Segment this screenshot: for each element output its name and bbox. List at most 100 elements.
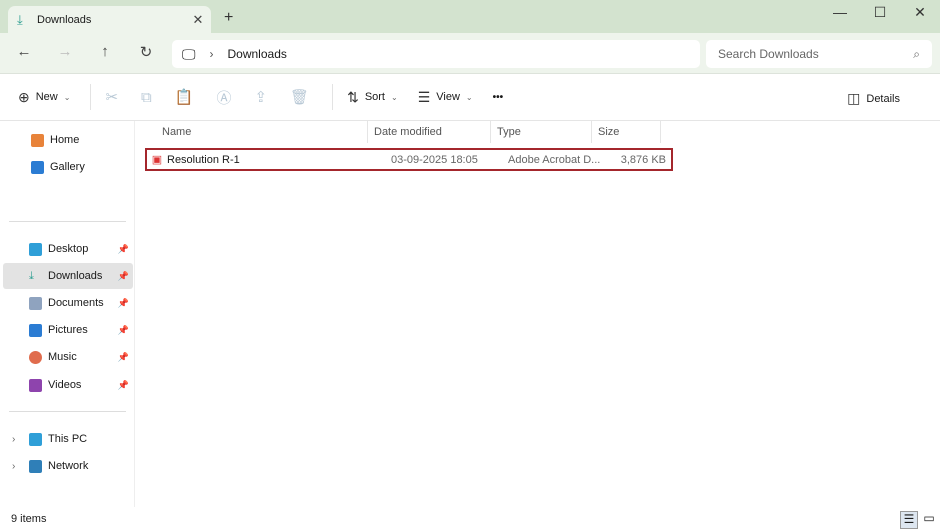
navigation-bar: ← → ↑ ↻ 🖵 › Downloads Search Downloads ⌕	[0, 33, 940, 74]
sidebar-item-music[interactable]: Music 📌	[3, 344, 133, 370]
more-options-button[interactable]: •••	[493, 92, 504, 103]
search-placeholder: Search Downloads	[718, 47, 819, 61]
cut-icon[interactable]: ✂	[105, 88, 118, 106]
sidebar-item-label: Videos	[48, 379, 82, 391]
chevron-down-icon: ⌄	[63, 92, 71, 102]
download-icon: ⤓	[17, 11, 23, 27]
close-tab-button[interactable]: ✕	[185, 12, 211, 28]
new-tab-button[interactable]: +	[224, 9, 233, 27]
column-header-date-modified[interactable]: Date modified	[368, 121, 491, 143]
network-icon	[29, 459, 42, 473]
videos-icon	[29, 378, 42, 392]
title-bar: ⤓ Downloads ✕ + — ☐ ✕	[0, 0, 940, 33]
sidebar-item-label: This PC	[48, 433, 88, 445]
sidebar-item-label: Downloads	[48, 270, 103, 282]
sidebar-item-documents[interactable]: Documents 📌	[3, 290, 133, 316]
minimize-button[interactable]: —	[825, 4, 855, 20]
file-type: Adobe Acrobat D...	[508, 153, 601, 166]
desktop-icon	[29, 242, 42, 256]
tab-downloads[interactable]: ⤓ Downloads ✕	[8, 6, 211, 33]
gallery-icon	[31, 160, 44, 174]
sort-button[interactable]: ⇅ Sort ⌄	[347, 89, 398, 106]
pin-icon[interactable]: 📌	[118, 244, 129, 255]
view-button[interactable]: ☰ View ⌄	[418, 89, 473, 106]
pin-icon[interactable]: 📌	[118, 325, 129, 336]
file-row[interactable]: ▣ Resolution R-1 03-09-2025 18:05 Adobe …	[145, 148, 673, 171]
new-label: New	[35, 91, 58, 103]
sidebar-item-label: Gallery	[50, 161, 85, 173]
sidebar-item-videos[interactable]: Videos 📌	[3, 372, 133, 398]
column-header-type[interactable]: Type	[491, 121, 592, 143]
close-window-button[interactable]: ✕	[905, 4, 935, 21]
sidebar-item-pictures[interactable]: Pictures 📌	[3, 317, 133, 343]
chevron-down-icon: ⌄	[391, 92, 398, 102]
home-icon	[31, 133, 44, 147]
music-icon	[29, 350, 42, 364]
pin-icon[interactable]: 📌	[118, 298, 129, 309]
breadcrumb-downloads[interactable]: Downloads	[228, 47, 287, 61]
paste-icon[interactable]: 📋	[175, 88, 194, 106]
sidebar-item-downloads[interactable]: ⤓ Downloads 📌	[3, 263, 133, 289]
share-icon[interactable]: ⇪	[254, 88, 267, 106]
file-name: Resolution R-1	[167, 153, 240, 166]
file-size: 3,876 KB	[620, 153, 666, 166]
item-count: 9 items	[11, 513, 47, 525]
computer-icon	[29, 432, 42, 446]
sidebar-item-label: Documents	[48, 297, 104, 309]
delete-icon[interactable]: 🗑	[290, 88, 309, 106]
sidebar-item-this-pc[interactable]: › This PC	[3, 426, 133, 452]
view-label: View	[436, 91, 460, 103]
search-input[interactable]: Search Downloads ⌕	[706, 40, 932, 68]
details-button[interactable]: ◫ Details	[847, 90, 900, 107]
sidebar-item-home[interactable]: Home	[3, 127, 133, 153]
command-bar: ⊕ New ⌄ ✂ ⧉ 📋 Ⓐ ⇪ 🗑 ⇅ Sort ⌄ ☰ View ⌄ ••• ◫ Det…	[0, 74, 940, 121]
column-header-name[interactable]: Name	[156, 121, 368, 143]
up-button[interactable]: ↑	[95, 43, 115, 60]
sidebar-item-desktop[interactable]: Desktop 📌	[3, 236, 133, 262]
download-icon: ⤓	[29, 269, 34, 282]
sidebar-item-label: Music	[48, 351, 77, 363]
address-bar[interactable]: 🖵 › Downloads	[172, 40, 700, 68]
tab-title: Downloads	[37, 13, 92, 26]
sidebar-item-network[interactable]: › Network	[3, 453, 133, 479]
forward-button[interactable]: →	[55, 43, 75, 60]
plus-circle-icon: ⊕	[18, 88, 30, 105]
chevron-right-icon[interactable]: ›	[12, 461, 15, 472]
chevron-down-icon: ⌄	[465, 92, 473, 102]
view-icon: ☰	[417, 88, 431, 105]
chevron-right-icon[interactable]: ›	[12, 434, 15, 445]
sidebar-item-gallery[interactable]: Gallery	[3, 154, 133, 180]
tiles-view-button[interactable]: ▭	[920, 511, 938, 529]
chevron-right-icon: ›	[209, 47, 214, 61]
sidebar-item-label: Pictures	[48, 324, 88, 336]
documents-icon	[29, 296, 42, 310]
column-header-size[interactable]: Size	[592, 121, 661, 143]
divider	[9, 411, 126, 412]
divider	[9, 221, 126, 222]
sort-label: Sort	[364, 91, 385, 103]
navigation-pane: Home Gallery Desktop 📌 ⤓ Downloads 📌 Docume…	[0, 121, 135, 507]
sidebar-item-label: Home	[50, 134, 80, 146]
pdf-icon: ▣	[151, 154, 163, 166]
new-button[interactable]: ⊕ New ⌄	[18, 89, 70, 106]
sort-icon: ⇅	[347, 88, 359, 105]
details-pane-icon: ◫	[847, 90, 861, 106]
search-icon: ⌕	[913, 46, 920, 61]
pin-icon[interactable]: 📌	[118, 271, 129, 282]
more-icon: •••	[492, 91, 504, 103]
refresh-button[interactable]: ↻	[136, 43, 156, 61]
sidebar-item-label: Desktop	[48, 243, 89, 255]
pin-icon[interactable]: 📌	[118, 352, 129, 363]
details-label: Details	[866, 92, 900, 105]
pin-icon[interactable]: 📌	[118, 380, 129, 391]
copy-icon[interactable]: ⧉	[141, 89, 152, 106]
divider	[90, 84, 92, 110]
maximize-button[interactable]: ☐	[865, 4, 895, 21]
pictures-icon	[29, 323, 42, 337]
rename-icon[interactable]: Ⓐ	[216, 87, 231, 108]
back-button[interactable]: ←	[14, 43, 34, 60]
computer-icon: 🖵	[182, 45, 196, 62]
sidebar-item-label: Network	[48, 460, 89, 472]
divider	[332, 84, 334, 110]
details-view-button[interactable]: ☰	[900, 511, 918, 529]
